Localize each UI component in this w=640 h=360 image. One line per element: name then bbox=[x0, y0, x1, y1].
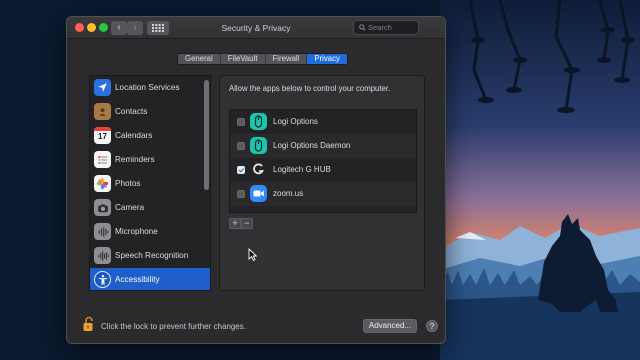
reminders-list-icon bbox=[94, 151, 111, 168]
sidebar-item-photos[interactable]: Photos bbox=[90, 172, 204, 196]
sidebar-item-label: Microphone bbox=[115, 227, 158, 236]
security-privacy-window: ‹ › Security & Privacy General FileVault… bbox=[66, 16, 446, 344]
app-label: zoom.us bbox=[273, 189, 304, 198]
sidebar-item-label: Speech Recognition bbox=[115, 251, 189, 260]
sidebar-item-label: Contacts bbox=[115, 107, 148, 116]
sidebar-item-label: Camera bbox=[115, 203, 145, 212]
pane-heading: Allow the apps below to control your com… bbox=[229, 84, 391, 93]
app-row-logi-options-daemon[interactable]: Logi Options Daemon bbox=[230, 134, 416, 158]
sidebar-item-contacts[interactable]: Contacts bbox=[90, 100, 204, 124]
sidebar-item-microphone[interactable]: Microphone bbox=[90, 220, 204, 244]
logi-options-icon bbox=[250, 137, 267, 154]
app-label: Logi Options Daemon bbox=[273, 141, 351, 150]
help-button[interactable]: ? bbox=[426, 320, 438, 332]
app-checkbox[interactable] bbox=[237, 166, 245, 174]
title-bar: ‹ › Security & Privacy bbox=[67, 17, 445, 39]
app-checkbox[interactable] bbox=[237, 190, 245, 198]
privacy-category-list: Location Services Contacts 17 Calendars bbox=[89, 75, 211, 291]
contacts-book-icon bbox=[94, 103, 111, 120]
mouse-pointer-icon bbox=[248, 247, 258, 266]
sidebar-item-accessibility[interactable]: Accessibility bbox=[90, 268, 210, 290]
advanced-button[interactable]: Advanced... bbox=[363, 319, 417, 333]
search-icon bbox=[359, 24, 366, 31]
app-row-logi-options[interactable]: Logi Options bbox=[230, 110, 416, 134]
app-checkbox[interactable] bbox=[237, 118, 245, 126]
app-label: Logi Options bbox=[273, 117, 318, 126]
sidebar-item-label: Photos bbox=[115, 179, 141, 188]
microphone-icon bbox=[94, 223, 111, 240]
sidebar-item-location-services[interactable]: Location Services bbox=[90, 76, 204, 100]
camera-icon bbox=[94, 199, 111, 216]
app-label: Logitech G HUB bbox=[273, 165, 331, 174]
tab-general[interactable]: General bbox=[178, 54, 221, 64]
app-list: Logi Options Logi Options Daemon Logitec… bbox=[229, 109, 417, 213]
logi-options-icon bbox=[250, 113, 267, 130]
sidebar-item-label: Reminders bbox=[115, 155, 155, 164]
add-app-button[interactable]: + bbox=[229, 218, 241, 229]
search-field[interactable] bbox=[353, 20, 419, 35]
remove-app-button[interactable]: − bbox=[241, 218, 253, 229]
location-arrow-icon bbox=[94, 79, 111, 96]
app-checkbox[interactable] bbox=[237, 142, 245, 150]
sidebar-scrollbar[interactable] bbox=[204, 80, 209, 190]
lock-icon[interactable] bbox=[82, 316, 96, 337]
tab-privacy[interactable]: Privacy bbox=[307, 54, 347, 64]
photos-flower-icon bbox=[94, 175, 111, 192]
search-input[interactable] bbox=[368, 21, 416, 34]
accessibility-icon bbox=[94, 271, 111, 288]
app-row-zoom[interactable]: zoom.us bbox=[230, 182, 416, 206]
sidebar-item-camera[interactable]: Camera bbox=[90, 196, 204, 220]
tab-filevault[interactable]: FileVault bbox=[221, 54, 266, 64]
zoom-camera-icon bbox=[250, 185, 267, 202]
sidebar-item-label: Accessibility bbox=[115, 275, 160, 284]
app-row-logitech-g-hub[interactable]: Logitech G HUB bbox=[230, 158, 416, 182]
tab-firewall[interactable]: Firewall bbox=[266, 54, 308, 64]
calendar-icon: 17 bbox=[94, 127, 111, 144]
speech-waveform-icon bbox=[94, 247, 111, 264]
logitech-g-icon bbox=[250, 161, 267, 178]
calendar-day-number: 17 bbox=[98, 132, 107, 141]
sidebar-item-calendars[interactable]: 17 Calendars bbox=[90, 124, 204, 148]
sidebar-item-speech-recognition[interactable]: Speech Recognition bbox=[90, 244, 204, 268]
lock-hint: Click the lock to prevent further change… bbox=[101, 322, 246, 331]
add-remove-controls: + − bbox=[229, 218, 253, 229]
sidebar-item-reminders[interactable]: Reminders bbox=[90, 148, 204, 172]
sidebar-item-label: Calendars bbox=[115, 131, 153, 140]
sidebar-item-label: Location Services bbox=[115, 83, 180, 92]
tab-bar: General FileVault Firewall Privacy bbox=[177, 53, 348, 65]
